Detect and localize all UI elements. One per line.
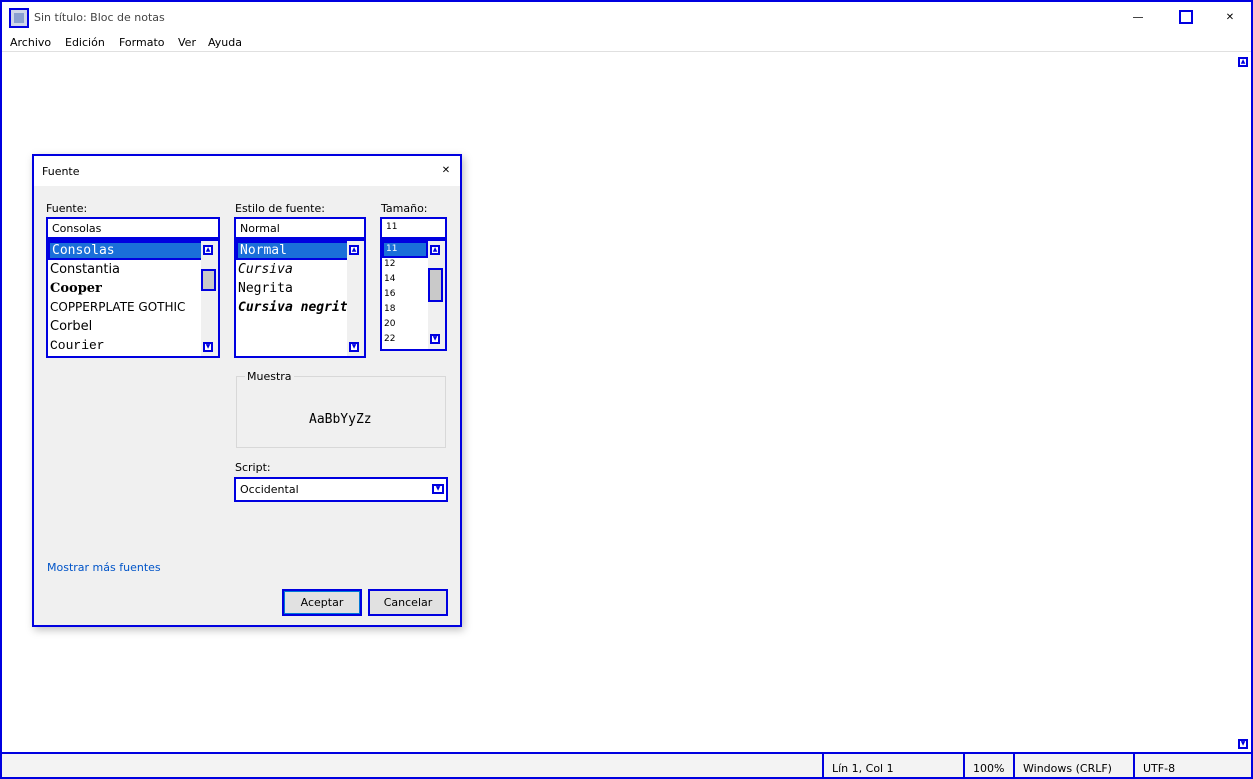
status-encoding: UTF-8 [1143,762,1176,775]
style-list-scrollbar[interactable]: ▲ ▼ [347,241,364,356]
font-scroll-down-button[interactable]: ▼ [203,342,213,352]
cancel-button[interactable]: Cancelar [368,589,448,616]
status-line-ending-cell: Windows (CRLF) [1013,754,1133,779]
style-list-item[interactable]: Cursiva [236,260,293,279]
font-dialog: Fuente ✕ Fuente: Consolas Consolas Const… [32,154,462,627]
chevron-up-icon: ▲ [1240,58,1246,65]
font-list[interactable]: Consolas Constantia Cooper COPPERPLATE G… [46,239,220,358]
chevron-down-icon: ▼ [205,343,211,350]
style-input[interactable]: Normal [234,217,366,239]
menu-edicion[interactable]: Edición [65,36,105,49]
dialog-title: Fuente [42,165,80,178]
chevron-up-icon: ▲ [205,246,211,253]
more-fonts-link[interactable]: Mostrar más fuentes [47,561,161,574]
window-title: Sin título: Bloc de notas [34,11,165,24]
scroll-down-button[interactable]: ▼ [1238,739,1248,749]
font-list-item[interactable]: Cooper [48,279,102,298]
menu-ver[interactable]: Ver [178,36,196,49]
font-list-item[interactable]: Consolas [48,241,203,260]
font-list-item[interactable]: Corbel [48,317,92,336]
chevron-down-icon: ▼ [1240,740,1246,747]
maximize-icon [1179,10,1193,24]
chevron-down-icon: ▼ [432,335,438,342]
size-input-value: 11 [386,222,398,232]
notepad-app-icon [9,8,29,28]
script-select-value: Occidental [240,483,299,496]
dialog-title-bar: Fuente ✕ [34,156,460,186]
status-position-cell: Lín 1, Col 1 [822,754,963,779]
size-input[interactable]: 11 [380,217,447,239]
menu-ayuda[interactable]: Ayuda [208,36,242,49]
size-list-item[interactable]: 18 [382,302,395,317]
size-list[interactable]: 11 12 14 16 18 20 22 ▲ ▼ [380,239,447,351]
font-scroll-up-button[interactable]: ▲ [203,245,213,255]
style-list-item[interactable]: Negrita [236,279,293,298]
size-list-item[interactable]: 22 [382,332,395,347]
size-scroll-up-button[interactable]: ▲ [430,245,440,255]
status-position: Lín 1, Col 1 [832,762,894,775]
font-scroll-thumb[interactable] [201,269,216,291]
style-list[interactable]: Normal Cursiva Negrita Cursiva negrita ▲… [234,239,366,358]
font-label: Fuente: [46,202,88,215]
font-input[interactable]: Consolas [46,217,220,239]
status-zoom: 100% [973,762,1005,775]
menu-bar: Archivo Edición Formato Ver Ayuda [2,32,1251,52]
style-scroll-up-button[interactable]: ▲ [349,245,359,255]
size-list-item[interactable]: 12 [382,257,395,272]
size-scroll-thumb[interactable] [428,268,443,302]
sample-group: Muestra AaBbYyZz [236,370,446,448]
size-list-item[interactable]: 11 [382,241,428,258]
style-list-item[interactable]: Normal [236,241,349,260]
script-select[interactable]: Occidental ▼ [234,477,448,502]
menu-archivo[interactable]: Archivo [10,36,51,49]
minimize-icon [1133,16,1143,18]
style-scroll-down-button[interactable]: ▼ [349,342,359,352]
style-input-value: Normal [240,222,280,235]
sample-label: Muestra [245,370,294,383]
status-encoding-cell: UTF-8 [1133,754,1251,779]
status-zoom-cell: 100% [963,754,1013,779]
font-list-item[interactable]: Courier [48,336,105,355]
style-list-item[interactable]: Cursiva negrita [236,298,355,317]
chevron-down-icon: ▼ [432,484,444,494]
editor-vertical-scrollbar[interactable]: ▲ ▼ [1237,52,1251,752]
size-list-item[interactable]: 20 [382,317,395,332]
menu-formato[interactable]: Formato [119,36,165,49]
chevron-up-icon: ▲ [351,246,357,253]
font-list-scrollbar[interactable]: ▲ ▼ [201,241,218,356]
status-bar: Lín 1, Col 1 100% Windows (CRLF) UTF-8 [2,752,1251,779]
font-list-item[interactable]: COPPERPLATE GOTHIC [48,298,185,317]
close-icon: ✕ [1225,11,1235,23]
ok-button-label: Aceptar [300,596,344,609]
notepad-window: Sin título: Bloc de notas ✕ Archivo Edic… [0,0,1253,779]
minimize-button[interactable] [1128,7,1148,27]
script-label: Script: [235,461,271,474]
size-label: Tamaño: [381,202,428,215]
title-bar: Sin título: Bloc de notas ✕ [2,2,1251,32]
chevron-down-icon: ▼ [351,343,357,350]
dialog-close-icon[interactable]: ✕ [440,165,452,177]
close-button[interactable]: ✕ [1220,7,1240,27]
chevron-up-icon: ▲ [432,246,438,253]
font-list-item[interactable]: Constantia [48,260,120,279]
scroll-up-button[interactable]: ▲ [1238,57,1248,67]
size-list-scrollbar[interactable]: ▲ ▼ [428,241,445,349]
size-list-item[interactable]: 16 [382,287,395,302]
maximize-button[interactable] [1176,7,1196,27]
sample-text: AaBbYyZz [309,412,372,427]
size-list-item[interactable]: 14 [382,272,395,287]
status-line-ending: Windows (CRLF) [1023,762,1112,775]
cancel-button-label: Cancelar [383,596,433,609]
ok-button[interactable]: Aceptar [282,589,362,616]
font-input-value: Consolas [52,222,102,235]
style-label: Estilo de fuente: [235,202,325,215]
size-scroll-down-button[interactable]: ▼ [430,334,440,344]
